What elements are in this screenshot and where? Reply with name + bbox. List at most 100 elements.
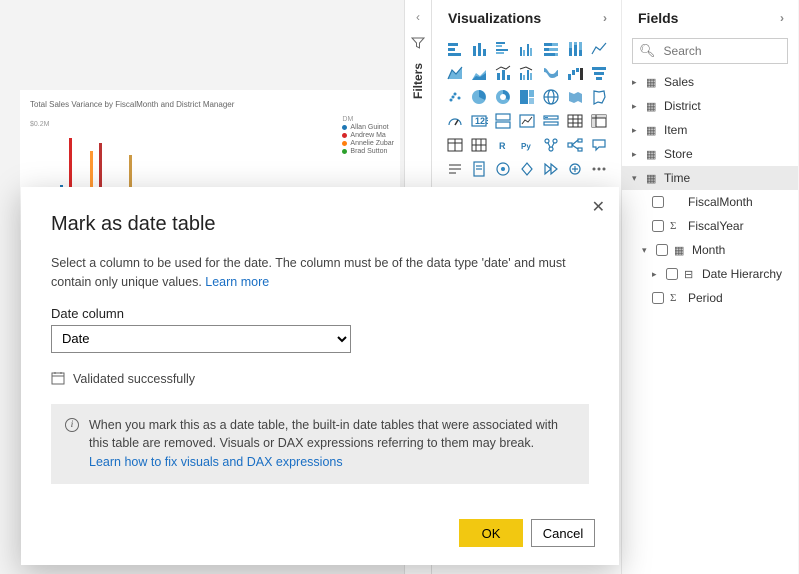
table-store[interactable]: ▸▦Store <box>622 142 798 166</box>
learn-fix-link[interactable]: Learn how to fix visuals and DAX express… <box>89 455 343 469</box>
clustered-column-icon[interactable] <box>516 38 538 60</box>
date-column-label: Date column <box>51 306 589 321</box>
date-column-select[interactable]: Date <box>51 325 351 353</box>
collapse-viz-icon[interactable]: › <box>603 11 607 25</box>
field-checkbox[interactable] <box>666 268 678 280</box>
table-time[interactable]: ▾▦Time <box>622 166 798 190</box>
mark-as-date-table-dialog: ✕ Mark as date table Select a column to … <box>21 187 619 565</box>
hierarchy-icon: ⊟ <box>684 268 698 281</box>
combo-bar-line-icon[interactable] <box>492 62 514 84</box>
table-icon: ▦ <box>646 172 660 185</box>
card-icon[interactable]: 123 <box>468 110 490 132</box>
ok-button[interactable]: OK <box>459 519 523 547</box>
power-automate-icon[interactable] <box>540 158 562 180</box>
info-icon: i <box>65 418 79 432</box>
field-month[interactable]: ▾▦Month <box>622 238 798 262</box>
arcgis-map-icon[interactable] <box>492 158 514 180</box>
legend-item: Brad Sutton <box>350 148 387 155</box>
legend-title: DM <box>342 116 394 123</box>
ribbon-chart-icon[interactable] <box>540 62 562 84</box>
map-icon[interactable] <box>540 86 562 108</box>
table-icon[interactable] <box>564 110 586 132</box>
qa-visual-icon[interactable] <box>588 134 610 156</box>
stacked-area-icon[interactable] <box>468 62 490 84</box>
smart-narrative-icon[interactable] <box>444 158 466 180</box>
area-chart-icon[interactable] <box>444 62 466 84</box>
stacked-column-100-icon[interactable] <box>564 38 586 60</box>
info-banner: i When you mark this as a date table, th… <box>51 404 589 484</box>
custom-visual-icon[interactable] <box>564 158 586 180</box>
pie-chart-icon[interactable] <box>468 86 490 108</box>
more-visuals-icon[interactable] <box>588 158 610 180</box>
table-visual-icon[interactable] <box>444 134 466 156</box>
legend-item: Allan Guinot <box>350 124 388 131</box>
scatter-icon[interactable] <box>444 86 466 108</box>
waterfall-icon[interactable] <box>564 62 586 84</box>
table-district[interactable]: ▸▦District <box>622 94 798 118</box>
stacked-bar-icon[interactable] <box>444 38 466 60</box>
chart-legend: DM Allan Guinot Andrew Ma Annelie Zubar … <box>342 116 394 156</box>
chart-yaxis-label: $0.2M <box>30 121 390 128</box>
multirow-card-icon[interactable] <box>492 110 514 132</box>
svg-text:Py: Py <box>521 142 531 151</box>
matrix-visual-icon[interactable] <box>468 134 490 156</box>
fields-pane: Fields › 🔍︎ ▸▦Sales ▸▦District ▸▦Item ▸▦… <box>622 0 798 574</box>
funnel-icon[interactable] <box>588 62 610 84</box>
expand-filters-icon[interactable]: ‹ <box>405 10 431 24</box>
sigma-icon: Σ <box>670 220 684 232</box>
python-visual-icon[interactable]: Py <box>516 134 538 156</box>
combo-column-line-icon[interactable] <box>516 62 538 84</box>
line-chart-icon[interactable] <box>588 38 610 60</box>
cancel-button[interactable]: Cancel <box>531 519 595 547</box>
matrix-icon[interactable] <box>588 110 610 132</box>
search-field[interactable] <box>662 43 799 59</box>
field-fiscalyear[interactable]: ΣFiscalYear <box>622 214 798 238</box>
field-checkbox[interactable] <box>652 220 664 232</box>
paginated-report-icon[interactable] <box>468 158 490 180</box>
table-icon: ▦ <box>646 124 660 137</box>
filter-icon <box>405 36 431 55</box>
stacked-bar-100-icon[interactable] <box>540 38 562 60</box>
table-sales[interactable]: ▸▦Sales <box>622 70 798 94</box>
key-influencers-icon[interactable] <box>540 134 562 156</box>
field-checkbox[interactable] <box>656 244 668 256</box>
field-checkbox[interactable] <box>652 196 664 208</box>
table-item[interactable]: ▸▦Item <box>622 118 798 142</box>
table-icon: ▦ <box>646 76 660 89</box>
donut-chart-icon[interactable] <box>492 86 514 108</box>
visualizations-title: Visualizations <box>448 10 541 26</box>
fields-title: Fields <box>638 10 678 26</box>
info-text: When you mark this as a date table, the … <box>89 418 558 451</box>
slicer-icon[interactable] <box>540 110 562 132</box>
kpi-icon[interactable] <box>516 110 538 132</box>
clustered-bar-icon[interactable] <box>492 38 514 60</box>
search-icon: 🔍︎ <box>639 43 656 59</box>
shape-map-icon[interactable] <box>588 86 610 108</box>
field-checkbox[interactable] <box>652 292 664 304</box>
legend-item: Annelie Zubar <box>350 140 394 147</box>
dialog-description: Select a column to be used for the date.… <box>51 254 589 292</box>
calendar-icon: ▦ <box>674 244 688 257</box>
power-apps-icon[interactable] <box>516 158 538 180</box>
svg-text:123: 123 <box>475 116 488 126</box>
filled-map-icon[interactable] <box>564 86 586 108</box>
stacked-column-icon[interactable] <box>468 38 490 60</box>
search-input[interactable]: 🔍︎ <box>632 38 788 64</box>
collapse-fields-icon[interactable]: › <box>780 11 784 25</box>
gauge-icon[interactable] <box>444 110 466 132</box>
r-visual-icon[interactable]: R <box>492 134 514 156</box>
table-icon: ▦ <box>646 148 660 161</box>
learn-more-link[interactable]: Learn more <box>205 275 269 289</box>
field-fiscalmonth[interactable]: FiscalMonth <box>622 190 798 214</box>
treemap-icon[interactable] <box>516 86 538 108</box>
calendar-check-icon <box>51 371 65 388</box>
decomposition-tree-icon[interactable] <box>564 134 586 156</box>
sigma-icon: Σ <box>670 292 684 304</box>
field-period[interactable]: ΣPeriod <box>622 286 798 310</box>
svg-text:R: R <box>499 141 506 151</box>
validation-status: Validated successfully <box>51 371 589 388</box>
close-button[interactable]: ✕ <box>592 197 605 217</box>
filters-label: Filters <box>411 63 425 99</box>
chart-title: Total Sales Variance by FiscalMonth and … <box>30 100 390 109</box>
field-date-hierarchy[interactable]: ▸⊟Date Hierarchy <box>622 262 798 286</box>
